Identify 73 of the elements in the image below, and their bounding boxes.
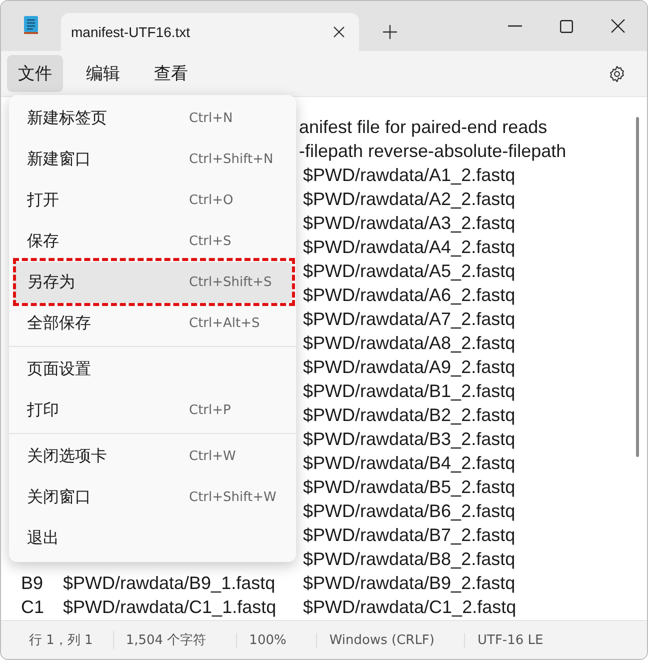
minimize-icon[interactable] [508, 25, 522, 27]
status-item: 行 1，列 1 [28, 632, 94, 649]
close-icon[interactable] [611, 19, 625, 33]
reverse-path: $PWD/rawdata/A5_2.fastq [303, 261, 516, 281]
reverse-path: $PWD/rawdata/A3_2.fastq [303, 213, 516, 233]
menu-label: 关闭选项卡 [27, 446, 108, 467]
menu-label: 保存 [27, 231, 60, 252]
shortcut-text: Ctrl+Shift+W [189, 490, 276, 505]
reverse-path: $PWD/rawdata/B5_2.fastq [303, 477, 516, 497]
reverse-path: $PWD/rawdata/C1_2.fastq [303, 597, 516, 617]
reverse-path: $PWD/rawdata/B1_2.fastq [303, 381, 516, 401]
shortcut-text: Ctrl+Shift+N [189, 152, 274, 167]
settings-icon[interactable] [608, 64, 626, 82]
shortcut-text: Ctrl+W [189, 449, 236, 464]
shortcut-text: Ctrl+N [189, 111, 233, 126]
scrollbar[interactable] [636, 117, 639, 457]
shortcut-text: Ctrl+P [189, 403, 231, 418]
status-item: 100% [236, 632, 316, 648]
reverse-path: $PWD/rawdata/A2_2.fastq [303, 189, 516, 209]
menu-item[interactable]: 文件 [7, 55, 63, 92]
shortcut-text: Ctrl+S [189, 234, 232, 249]
reverse-path: $PWD/rawdata/A7_2.fastq [303, 309, 516, 329]
reverse-path: $PWD/rawdata/B7_2.fastq [303, 525, 516, 545]
reverse-path: $PWD/rawdata/A4_2.fastq [303, 237, 516, 257]
status-item: Windows (CRLF) [316, 632, 464, 648]
menu-label: 打印 [27, 400, 60, 421]
menu-entry[interactable]: 关闭窗口 Ctrl+Shift+W [13, 477, 292, 518]
reverse-path: $PWD/rawdata/A6_2.fastq [303, 285, 516, 305]
menu-item[interactable]: 编辑 [75, 55, 131, 92]
menu-entry[interactable]: 新建标签页 Ctrl+N [13, 98, 292, 139]
maximize-icon[interactable] [560, 20, 573, 32]
menu-entry[interactable]: 保存 Ctrl+S [13, 221, 292, 262]
menu-label: 新建标签页 [27, 108, 108, 129]
menu-entry[interactable]: 全部保存 Ctrl+Alt+S [13, 303, 292, 344]
menu-label: 打开 [27, 190, 60, 211]
reverse-path: $PWD/rawdata/A1_2.fastq [303, 165, 516, 185]
text-line: -filepath reverse-absolute-filepath [299, 140, 566, 163]
status-item: UTF-16 LE [464, 632, 574, 648]
menu-entry[interactable]: 打开 Ctrl+O [13, 180, 292, 221]
menu-label: 另存为 [27, 272, 76, 293]
sample-id: C1 [21, 597, 44, 617]
status-item: 1,504 个字符 [112, 631, 236, 649]
menu-entry[interactable]: 关闭选项卡 Ctrl+W [13, 436, 292, 477]
menu-label: 全部保存 [27, 313, 92, 334]
menu-label: 退出 [27, 528, 60, 549]
text-line: anifest file for paired-end reads [299, 116, 548, 139]
menu-entry[interactable]: 页面设置 [13, 349, 292, 390]
menu-item[interactable]: 查看 [143, 55, 199, 92]
document-tab[interactable]: manifest-UTF16.txt [61, 13, 359, 51]
menu-entry[interactable]: 退出 [13, 518, 292, 559]
notepad-icon [23, 15, 39, 35]
reverse-path: $PWD/rawdata/B4_2.fastq [303, 453, 516, 473]
forward-path: $PWD/rawdata/B9_1.fastq [63, 573, 276, 593]
reverse-path: $PWD/rawdata/B2_2.fastq [303, 405, 516, 425]
reverse-path: $PWD/rawdata/A8_2.fastq [303, 333, 516, 353]
shortcut-text: Ctrl+O [189, 193, 234, 208]
menu-label: 页面设置 [27, 359, 92, 380]
reverse-path: $PWD/rawdata/B6_2.fastq [303, 501, 516, 521]
shortcut-text: Ctrl+Alt+S [189, 316, 260, 331]
forward-path: $PWD/rawdata/C1_1.fastq [63, 597, 276, 617]
new-tab-icon[interactable] [383, 25, 397, 39]
menu-entry[interactable]: 打印 Ctrl+P [13, 390, 292, 431]
close-icon[interactable] [333, 26, 345, 38]
reverse-path: $PWD/rawdata/A9_2.fastq [303, 357, 516, 377]
reverse-path: $PWD/rawdata/B8_2.fastq [303, 549, 516, 569]
menu-entry[interactable]: 新建窗口 Ctrl+Shift+N [13, 139, 292, 180]
tab-title: manifest-UTF16.txt [71, 24, 192, 40]
reverse-path: $PWD/rawdata/B9_2.fastq [303, 573, 516, 593]
menu-label: 关闭窗口 [27, 487, 92, 508]
sample-id: B9 [21, 573, 44, 593]
menu-label: 新建窗口 [27, 149, 92, 170]
shortcut-text: Ctrl+Shift+S [189, 275, 272, 290]
reverse-path: $PWD/rawdata/B3_2.fastq [303, 429, 516, 449]
